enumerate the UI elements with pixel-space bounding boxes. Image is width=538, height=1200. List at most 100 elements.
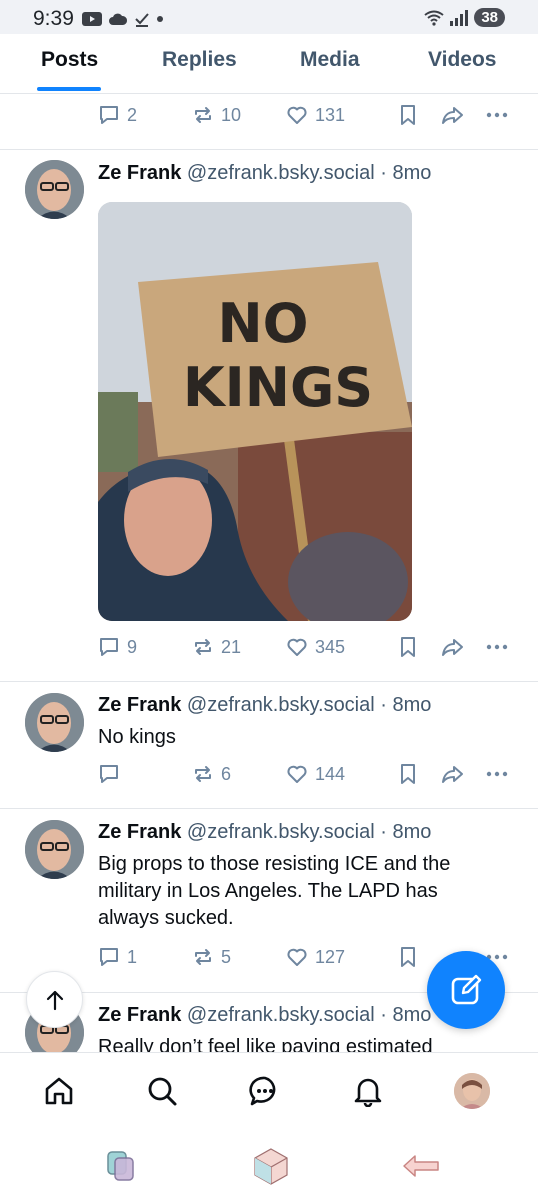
more-icon — [486, 112, 508, 118]
bell-icon — [354, 1078, 382, 1107]
post-text: Really don’t feel like paying estimated — [98, 1036, 433, 1052]
author-name[interactable]: Ze Frank — [98, 1004, 181, 1026]
repost-count: 21 — [221, 636, 242, 657]
share-button[interactable] — [440, 636, 466, 658]
repost-button[interactable]: 10 — [192, 104, 241, 126]
repost-icon — [195, 639, 211, 655]
author-handle[interactable]: @zefrank.bsky.social — [187, 1004, 375, 1026]
like-button[interactable]: 144 — [286, 763, 345, 785]
post-image[interactable]: NO KINGS — [98, 202, 412, 621]
like-button[interactable]: 131 — [286, 104, 345, 126]
download-done-icon — [135, 13, 149, 27]
repost-button[interactable]: 6 — [192, 763, 231, 785]
repost-icon — [195, 107, 211, 123]
like-button[interactable]: 345 — [286, 636, 345, 658]
cube-icon — [254, 1148, 288, 1185]
tab-media[interactable]: Media — [300, 48, 360, 72]
author-handle[interactable]: @zefrank.bsky.social — [187, 162, 375, 184]
post-time: · 8mo — [380, 162, 432, 184]
avatar[interactable] — [25, 160, 84, 219]
author-handle[interactable]: @zefrank.bsky.social — [187, 821, 375, 843]
post-header: Ze Frank @zefrank.bsky.social · 8mo — [98, 694, 431, 717]
search-icon — [148, 1077, 177, 1106]
bookmark-icon — [401, 947, 415, 967]
avatar[interactable] — [25, 820, 84, 879]
signal-icon — [450, 9, 469, 26]
bookmark-button[interactable] — [398, 636, 418, 658]
heart-icon — [287, 638, 307, 656]
reply-button[interactable] — [98, 763, 127, 785]
share-button[interactable] — [440, 104, 466, 126]
reply-count: 2 — [127, 104, 138, 125]
more-icon — [486, 644, 508, 650]
author-name[interactable]: Ze Frank — [98, 162, 181, 184]
reply-button[interactable]: 9 — [98, 636, 137, 658]
share-icon — [442, 639, 463, 656]
system-navigation-bar — [0, 1132, 538, 1200]
wifi-icon — [424, 10, 444, 26]
nav-home[interactable] — [41, 1073, 77, 1109]
repost-button[interactable]: 5 — [192, 946, 231, 968]
heart-icon — [287, 948, 307, 966]
dot-icon — [157, 16, 163, 22]
like-count: 127 — [315, 946, 346, 967]
back-arrow-icon — [403, 1155, 439, 1177]
reply-count: 1 — [127, 946, 138, 967]
divider — [0, 681, 538, 682]
more-button[interactable] — [485, 104, 509, 126]
divider — [0, 149, 538, 150]
like-count: 131 — [315, 104, 346, 125]
recent-apps-icon — [107, 1151, 134, 1181]
heart-icon — [287, 765, 307, 783]
repost-button[interactable]: 21 — [192, 636, 241, 658]
nav-notifications[interactable] — [350, 1073, 386, 1109]
comment-icon — [100, 106, 118, 124]
compose-icon — [451, 974, 482, 1005]
like-count: 345 — [315, 636, 346, 657]
avatar[interactable] — [25, 693, 84, 752]
share-icon — [442, 766, 463, 783]
recent-apps-button[interactable] — [100, 1146, 140, 1186]
comment-icon — [100, 638, 118, 656]
status-bar: 9:39 38 — [0, 0, 538, 34]
chat-icon — [249, 1076, 276, 1106]
scroll-to-top-button[interactable] — [26, 971, 83, 1028]
profile-tabs: Posts Replies Media Videos — [0, 34, 538, 94]
cloud-icon — [109, 13, 128, 25]
nav-chat[interactable] — [247, 1073, 283, 1109]
nav-search[interactable] — [144, 1073, 180, 1109]
author-name[interactable]: Ze Frank — [98, 694, 181, 716]
home-system-button[interactable] — [251, 1146, 291, 1186]
post-actions: 9 21 345 — [98, 636, 518, 664]
tab-videos[interactable]: Videos — [428, 48, 496, 72]
back-button[interactable] — [401, 1146, 441, 1186]
repost-icon — [195, 949, 211, 965]
author-handle[interactable]: @zefrank.bsky.social — [187, 694, 375, 716]
like-count: 144 — [315, 763, 346, 784]
tab-replies[interactable]: Replies — [162, 48, 237, 72]
post-text: No kings — [98, 726, 176, 748]
more-button[interactable] — [485, 763, 509, 785]
post-actions: 2 10 131 — [98, 104, 518, 132]
post-header: Ze Frank @zefrank.bsky.social · 8mo — [98, 821, 431, 844]
bookmark-button[interactable] — [398, 946, 418, 968]
bookmark-button[interactable] — [398, 763, 418, 785]
reply-button[interactable]: 1 — [98, 946, 137, 968]
author-name[interactable]: Ze Frank — [98, 821, 181, 843]
home-icon — [45, 1077, 73, 1105]
tab-posts[interactable]: Posts — [41, 48, 98, 72]
repost-icon — [195, 766, 211, 782]
nav-profile-avatar[interactable] — [454, 1073, 490, 1109]
bookmark-icon — [401, 637, 415, 657]
like-button[interactable]: 127 — [286, 946, 345, 968]
reply-button[interactable]: 2 — [98, 104, 137, 126]
share-button[interactable] — [440, 763, 466, 785]
status-notification-icons — [82, 11, 164, 27]
post-time: · 8mo — [380, 821, 432, 843]
bookmark-button[interactable] — [398, 104, 418, 126]
repost-count: 5 — [221, 946, 232, 967]
share-icon — [442, 107, 463, 124]
more-button[interactable] — [485, 636, 509, 658]
divider — [0, 808, 538, 809]
compose-button[interactable] — [427, 951, 505, 1029]
